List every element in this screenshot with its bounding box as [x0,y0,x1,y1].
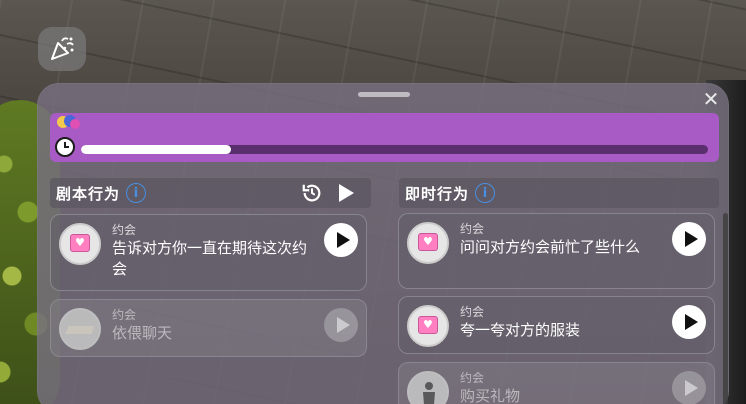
instant-behaviors-title: 即时行为 [405,184,470,203]
party-button[interactable] [38,27,86,71]
history-icon[interactable] [301,182,323,204]
close-icon: ✕ [702,87,720,111]
play-icon [684,314,698,330]
behavior-panel: ✕ 剧本行为 i 约会 告诉对方你一直在期待这次约会 [37,83,729,404]
play-button[interactable] [324,308,358,342]
balloons-icon [57,115,80,129]
play-icon [684,231,698,247]
drag-handle[interactable] [358,92,410,97]
instant-card-3[interactable]: 约会 购买礼物 [398,362,715,404]
card-category: 约会 [112,308,137,322]
clock-icon [55,137,75,157]
party-popper-icon [51,37,74,60]
play-icon [684,380,698,396]
instant-card-2[interactable]: 约会 夸一夸对方的服装 [398,296,715,354]
card-category: 约会 [460,305,485,319]
play-button[interactable] [324,223,358,257]
script-behaviors-title: 剧本行为 [56,184,121,203]
instant-card-1[interactable]: 约会 问问对方约会前忙了些什么 [398,213,715,289]
play-button[interactable] [672,305,706,339]
card-category: 约会 [460,371,485,385]
script-card-1[interactable]: 约会 告诉对方你一直在期待这次约会 [50,214,367,291]
card-text: 问问对方约会前忙了些什么 [460,238,641,256]
scrollbar[interactable] [723,213,728,404]
sofa-icon [59,308,101,350]
play-all-icon[interactable] [337,183,355,203]
play-icon [336,317,350,333]
progress-track [81,145,708,154]
play-icon [336,232,350,248]
chat-calendar-icon [407,222,449,264]
card-category: 约会 [460,222,485,236]
instant-behaviors-header: 即时行为 i [399,178,719,208]
script-behaviors-header: 剧本行为 i [50,178,371,208]
card-text: 告诉对方你一直在期待这次约会 [112,239,308,278]
script-card-2[interactable]: 约会 依偎聊天 [50,299,367,357]
progress-fill [81,145,232,154]
card-text: 购买礼物 [460,387,521,404]
card-category: 约会 [112,223,137,237]
play-button[interactable] [672,371,706,404]
close-button[interactable]: ✕ [701,89,721,109]
card-text: 依偎聊天 [112,324,173,342]
person-icon-badge [407,371,449,404]
person-icon [423,382,435,404]
info-icon[interactable]: i [126,183,147,203]
play-button[interactable] [672,222,706,256]
chat-calendar-icon [407,305,449,347]
mood-progress-panel [50,113,719,162]
card-text: 夸一夸对方的服装 [460,321,581,339]
info-icon[interactable]: i [475,183,496,203]
chat-calendar-icon [59,223,101,265]
